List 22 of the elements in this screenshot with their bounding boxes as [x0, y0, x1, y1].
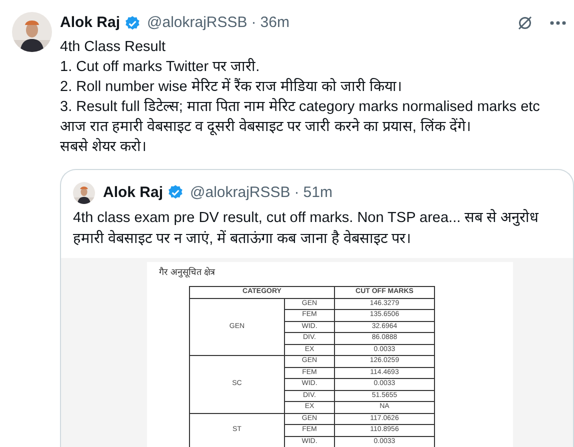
timestamp: 51m [303, 182, 332, 202]
document-heading: गैर अनुसूचित क्षेत्र [159, 266, 216, 280]
quoted-post-card[interactable] [60, 168, 574, 447]
verified-badge-icon [167, 184, 184, 202]
handle: @alokrajRSSB [190, 182, 290, 202]
more-icon[interactable] [550, 21, 566, 26]
slashed-circle-icon[interactable] [516, 14, 534, 32]
document-image[interactable] [61, 258, 573, 447]
author-name: Alok Raj [103, 182, 164, 202]
post-text-line: सबसे शेयर करो। [60, 137, 148, 156]
separator: · [294, 182, 300, 202]
handle[interactable]: @alokrajRSSB [147, 12, 248, 34]
post-text-line: 1. Cut off marks Twitter पर जारी. [60, 57, 261, 76]
post-text-line: 2. Roll number wise मेरिट में रैंक राज मीडिया को जारी किया। [60, 77, 404, 96]
post-text-line: 3. Result full डिटेल्स; माता पिता नाम मेरिट category marks normalised marks etc [60, 97, 541, 116]
post-text-line: 4th Class Result [60, 38, 167, 56]
quoted-post-text: 4th class exam pre DV result, cut off marks. Non TSP area... सब से अनुरोध हमारी वेबसाइट पर न जाएं, में बताऊंगा कब जाना है वेबसाइट पर। [72, 208, 540, 249]
verified-badge-icon [124, 14, 142, 32]
post-text-line: आज रात हमारी वेबसाइट व दूसरी वेबसाइट पर जारी करने का प्रयास, लिंक देंगे। [60, 117, 472, 136]
author-name[interactable]: Alok Raj [60, 12, 120, 34]
separator: · [251, 13, 256, 33]
timestamp[interactable]: 36m [260, 12, 290, 34]
